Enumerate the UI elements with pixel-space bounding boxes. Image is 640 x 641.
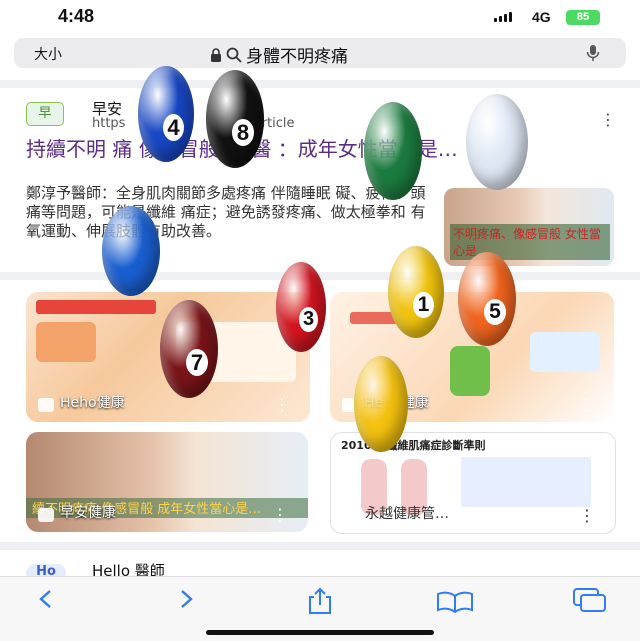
billiard-ball-5 [102,206,160,296]
search-query: 身體不明疼痛 [246,47,348,67]
card-source: Heho健康 [60,395,125,411]
billiard-ball-9: 7 [160,300,218,398]
mic-icon[interactable] [586,44,600,62]
ball-number: 8 [232,119,254,146]
ball-number: 5 [484,299,506,325]
bookmarks-icon[interactable] [436,591,474,613]
search-icon [226,47,242,63]
card-source: 永越健康管… [365,506,449,522]
tabs-icon[interactable] [572,587,608,613]
favicon [343,509,359,523]
url-prefix: https [92,116,126,131]
text-size-button[interactable]: 大小 [34,44,62,64]
home-indicator [206,630,434,635]
site-logo: 早 [26,102,64,126]
billiard-ball-6: 3 [276,262,326,352]
billiard-ball-2: 8 [206,70,264,168]
billiard-ball-4 [466,94,528,190]
forward-icon[interactable] [176,587,196,611]
card-more-icon[interactable]: ⋮ [578,395,594,414]
billiard-ball-1: 4 [138,66,194,162]
section-divider [0,80,640,88]
network-type: 4G [532,9,551,25]
favicon [38,398,54,412]
thumbnail-caption: 不明疼痛、像感冒般 女性當心是 [450,224,610,260]
more-options-icon[interactable]: ⋮ [600,110,616,129]
ball-number: 1 [413,292,434,318]
billiard-ball-3 [364,102,422,200]
ball-number: 4 [163,114,184,141]
clock: 4:48 [58,6,95,26]
billiard-ball-8: 5 [458,252,516,346]
ball-number: 7 [186,349,208,376]
card-more-icon[interactable]: ⋮ [272,505,288,524]
lock-icon [211,47,221,62]
result-thumbnail[interactable]: 不明疼痛、像感冒般 女性當心是 [444,188,614,266]
billiard-ball-10 [354,356,408,452]
status-bar: 4:48 4G 85 [0,0,640,36]
section-divider [0,542,640,550]
back-icon[interactable] [36,587,56,611]
battery-icon: 85 [566,10,600,25]
result-snippet: 鄭淳予醫師：全身肌肉關節多處疼痛 伴隨睡眠 礙、疲倦、頭痛等問題，可能是纖維 痛… [26,184,426,240]
card-source: 早安健康 [60,505,116,521]
billiard-ball-7: 1 [388,246,444,338]
address-bar[interactable]: 大小 身體不明疼痛 [14,38,626,68]
share-icon[interactable] [305,587,335,615]
card-more-icon[interactable]: ⋮ [579,506,595,525]
signal-icon [494,12,512,22]
card-more-icon[interactable]: ⋮ [274,395,290,414]
image-card[interactable]: 續不明疼痛 像感冒般 成年女性當心是… 早安健康 ⋮ [26,432,308,532]
url-field[interactable]: 身體不明疼痛 [210,42,348,67]
favicon [38,508,54,522]
ball-number: 3 [299,307,318,332]
